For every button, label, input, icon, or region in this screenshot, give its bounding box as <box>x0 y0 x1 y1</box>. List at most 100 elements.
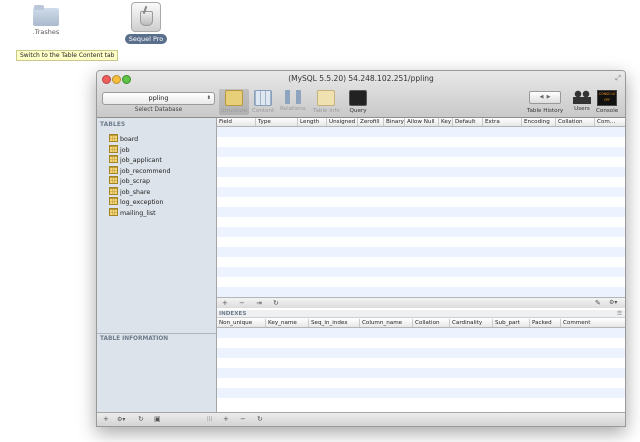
table-row[interactable] <box>217 398 625 408</box>
table-item-job-scrap[interactable]: job_scrap <box>97 176 216 187</box>
remove-index-button[interactable]: − <box>240 413 246 426</box>
refresh-structure-button[interactable]: ↻ <box>273 298 279 308</box>
table-row[interactable] <box>217 137 625 147</box>
window-title: (MySQL 5.5.20) 54.248.102.251/ppling <box>288 74 434 83</box>
table-item-job-share[interactable]: job_share <box>97 186 216 198</box>
refresh-tables-button[interactable]: ↻ <box>138 413 144 426</box>
column-header-extra[interactable]: Extra <box>482 118 521 126</box>
add-field-button[interactable]: + <box>222 298 228 308</box>
table-info-button[interactable]: ▣ <box>154 413 161 426</box>
table-row[interactable] <box>217 187 625 197</box>
table-gear-button[interactable]: ⚙▾ <box>117 413 125 426</box>
column-header-field[interactable]: Field <box>217 118 255 126</box>
query-tab[interactable]: Query <box>349 90 367 114</box>
table-row[interactable] <box>217 227 625 237</box>
database-select[interactable]: ppling ⬍ <box>102 92 215 105</box>
console-button[interactable]: CONSO LE OFF Console <box>596 90 618 114</box>
table-row[interactable] <box>217 328 625 338</box>
table-row[interactable] <box>217 247 625 257</box>
index-header-cardinality[interactable]: Cardinality <box>449 319 492 327</box>
table-row[interactable] <box>217 157 625 167</box>
remove-field-button[interactable]: − <box>239 298 245 308</box>
table-row[interactable] <box>217 177 625 187</box>
index-header-column-name[interactable]: Column_name <box>359 319 412 327</box>
table-row[interactable] <box>217 277 625 287</box>
table-row[interactable] <box>217 348 625 358</box>
column-header-default[interactable]: Default <box>452 118 483 126</box>
table-row[interactable] <box>217 167 625 177</box>
edit-button[interactable]: ✎ <box>595 298 601 308</box>
forward-arrow-icon[interactable]: ▶ <box>547 94 551 100</box>
table-item-log-exception[interactable]: log_exception <box>97 197 216 208</box>
sidebar-resize-handle[interactable]: ||| <box>207 413 212 426</box>
table-row[interactable] <box>217 237 625 247</box>
fullscreen-icon[interactable]: ⤢ <box>615 74 621 83</box>
relations-icon <box>284 90 301 104</box>
add-table-button[interactable]: + <box>103 413 109 426</box>
table-info-tab[interactable]: Table Info <box>313 90 340 114</box>
select-database-caption: Select Database <box>134 107 183 113</box>
column-header-collation[interactable]: Collation <box>555 118 594 126</box>
column-header-length[interactable]: Length <box>297 118 326 126</box>
back-arrow-icon[interactable]: ◀ <box>540 94 544 100</box>
structure-rows[interactable] <box>217 127 625 297</box>
index-header-sub-part[interactable]: Sub_part <box>492 319 529 327</box>
index-header-comment[interactable]: Comment <box>560 319 623 327</box>
users-button[interactable]: Users <box>573 90 591 112</box>
table-row[interactable] <box>217 257 625 267</box>
table-row[interactable] <box>217 207 625 217</box>
refresh-indexes-button[interactable]: ↻ <box>257 413 263 426</box>
table-item-job-applicant[interactable]: job_applicant <box>97 155 216 166</box>
structure-tab[interactable]: Structure <box>219 89 250 115</box>
column-header-type[interactable]: Type <box>255 118 296 126</box>
table-item-board[interactable]: board <box>97 134 216 145</box>
table-item-job[interactable]: job <box>97 144 216 156</box>
content-tab[interactable]: Content <box>252 90 274 114</box>
table-row[interactable] <box>217 217 625 227</box>
table-row[interactable] <box>217 338 625 348</box>
table-icon <box>109 155 118 163</box>
index-header-packed[interactable]: Packed <box>529 319 560 327</box>
column-header-key[interactable]: Key <box>438 118 453 126</box>
indexes-menu-icon[interactable]: ☰ <box>617 310 622 318</box>
table-icon <box>109 176 118 184</box>
relations-tab[interactable]: Relations <box>280 90 306 112</box>
add-index-button[interactable]: + <box>223 413 229 426</box>
table-icon <box>109 197 118 205</box>
column-header-comment[interactable]: Com... <box>594 118 625 126</box>
history-arrows: ◀ ▶ <box>529 91 562 104</box>
column-header-encoding[interactable]: Encoding <box>521 118 556 126</box>
sidebar-splitter[interactable] <box>97 333 216 334</box>
column-header-zerofill[interactable]: Zerofill <box>357 118 384 126</box>
indexes-column-header: Non_unique Key_name Seq_in_index Column_… <box>217 319 625 328</box>
duplicate-field-button[interactable]: ⇥ <box>256 298 262 308</box>
table-row[interactable] <box>217 358 625 368</box>
column-header-unsigned[interactable]: Unsigned <box>326 118 359 126</box>
index-rows[interactable] <box>217 328 625 408</box>
index-header-seq-in-index[interactable]: Seq_in_index <box>308 319 359 327</box>
index-header-collation[interactable]: Collation <box>412 319 449 327</box>
trashes-desktop-icon[interactable]: .Trashes <box>26 4 66 36</box>
users-icon <box>573 90 591 104</box>
index-header-non-unique[interactable]: Non_unique <box>217 319 264 327</box>
gear-menu-button[interactable]: ⚙▾ <box>609 298 617 308</box>
table-icon <box>109 186 118 195</box>
table-row[interactable] <box>217 147 625 157</box>
table-row[interactable] <box>217 197 625 207</box>
column-header-binary[interactable]: Binary <box>383 118 406 126</box>
table-history-control[interactable]: ◀ ▶ Table History <box>527 90 563 114</box>
table-row[interactable] <box>217 287 625 297</box>
table-item-mailing-list[interactable]: mailing_list <box>97 207 216 219</box>
column-header-allow-null[interactable]: Allow Null <box>404 118 439 126</box>
table-row[interactable] <box>217 127 625 137</box>
structure-action-bar: + − ⇥ ↻ ✎ ⚙▾ <box>217 297 625 308</box>
sequel-pro-desktop-icon[interactable]: Sequel Pro <box>124 2 168 44</box>
table-row[interactable] <box>217 267 625 277</box>
table-row[interactable] <box>217 378 625 388</box>
tables-heading: TABLES <box>100 122 126 128</box>
sequel-pro-window: (MySQL 5.5.20) 54.248.102.251/ppling ⤢ p… <box>96 70 626 427</box>
table-row[interactable] <box>217 388 625 398</box>
table-row[interactable] <box>217 368 625 378</box>
table-item-job-recommend[interactable]: job_recommend <box>97 165 216 177</box>
index-header-key-name[interactable]: Key_name <box>265 319 308 327</box>
